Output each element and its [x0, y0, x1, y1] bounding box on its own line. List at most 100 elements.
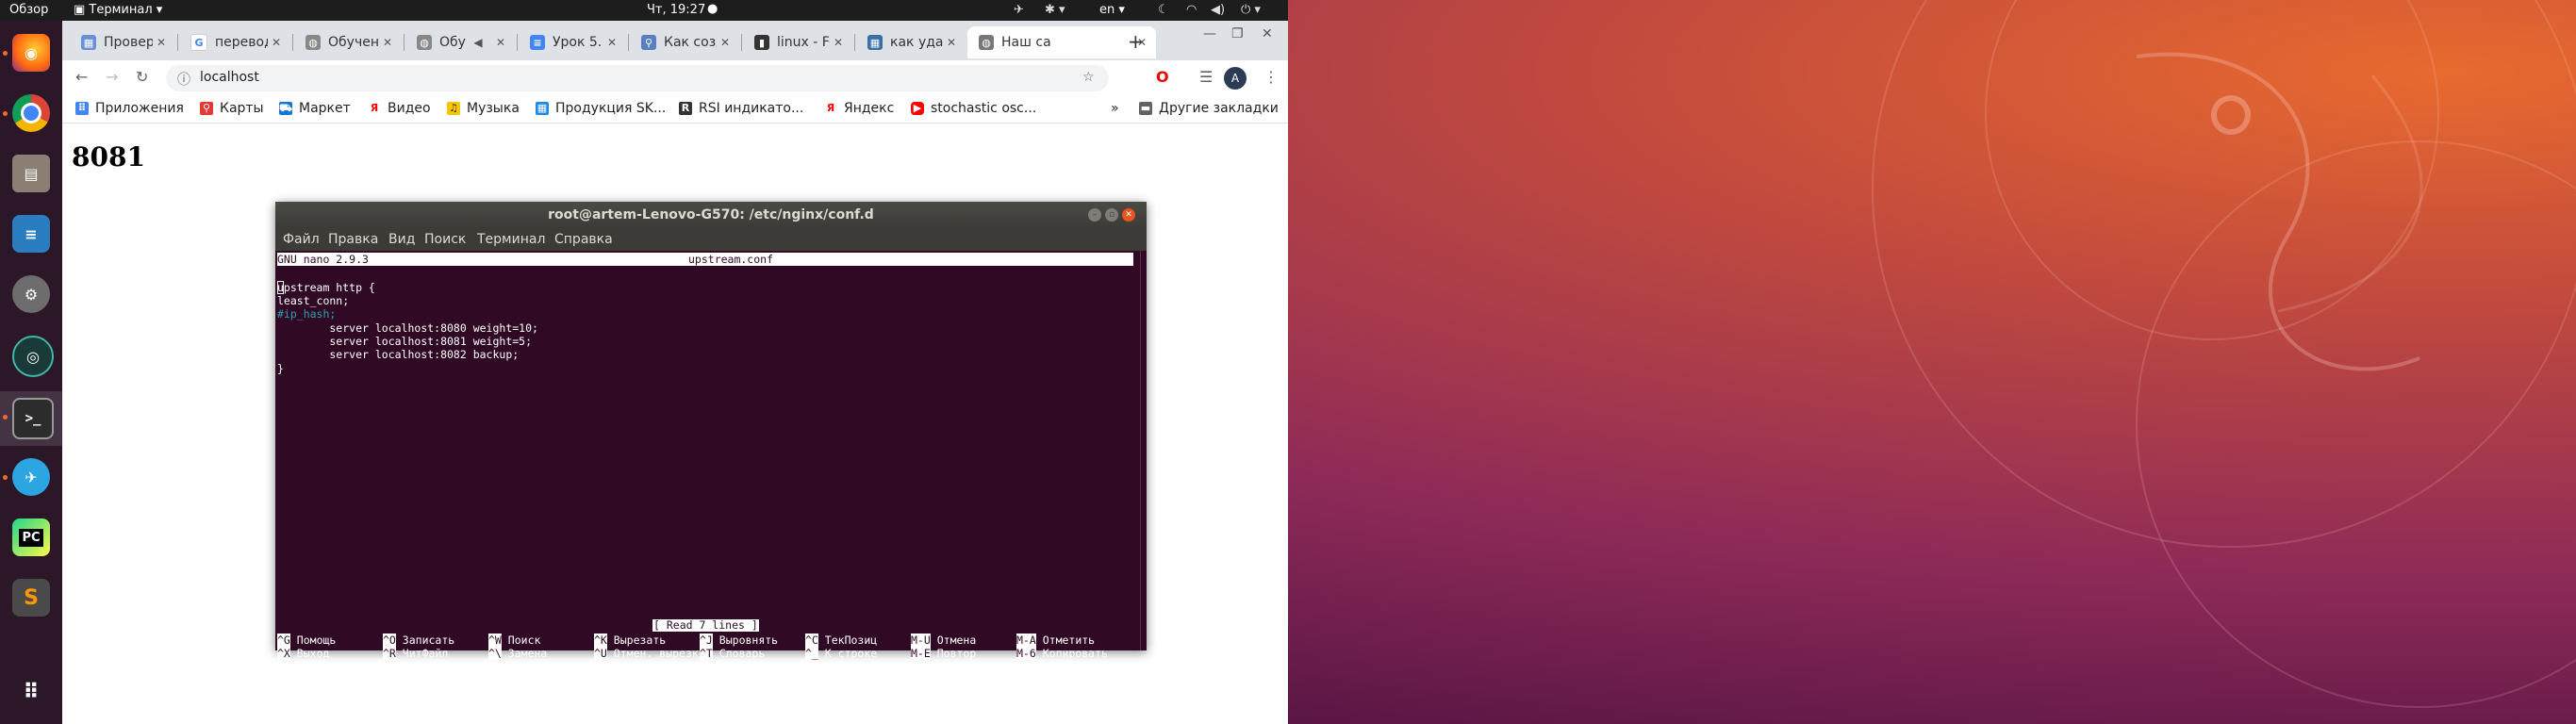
- minimize-button[interactable]: –: [1088, 208, 1101, 222]
- close-icon[interactable]: ✕: [943, 36, 960, 49]
- close-icon[interactable]: ✕: [268, 36, 285, 49]
- menu-help[interactable]: Справка: [554, 232, 613, 247]
- menu-view[interactable]: Вид: [388, 232, 415, 247]
- clock[interactable]: Чт, 19:27: [647, 3, 705, 17]
- shortcut-search: ^W Поиск: [488, 634, 540, 647]
- activities-button[interactable]: Обзор: [9, 3, 48, 17]
- address-bar[interactable]: ⓘ localhost ☆: [166, 65, 1109, 91]
- chrome-icon[interactable]: [12, 94, 50, 132]
- minimize-button[interactable]: —: [1203, 26, 1216, 41]
- google-icon: G: [190, 34, 207, 51]
- bookmark-stochastic[interactable]: ▶ stochastic osc...: [911, 101, 1036, 116]
- tab[interactable]: ◍ Обу ◀ ✕: [405, 26, 515, 58]
- files-icon[interactable]: ▤: [12, 155, 50, 192]
- tab-strip: ▦ Провер ✕ Gперевод ✕ ◍ Обучен ✕ ◍ Обу ◀ ✕ ≡ Урок…: [62, 21, 1288, 60]
- close-icon[interactable]: ✕: [830, 36, 847, 49]
- tab-label: как уда: [890, 35, 943, 50]
- volume-icon[interactable]: ◀): [1211, 3, 1225, 17]
- tab[interactable]: ◍ Обучен ✕: [294, 26, 402, 58]
- close-icon[interactable]: ✕: [492, 36, 509, 49]
- info-icon[interactable]: ⓘ: [177, 70, 190, 89]
- app-grid-icon[interactable]: ⠿: [12, 673, 50, 711]
- bookmark-market[interactable]: ⛟ Маркет: [279, 101, 351, 116]
- globe-icon: ◍: [305, 35, 321, 50]
- tab[interactable]: ≡ Урок 5. ✕: [519, 26, 626, 58]
- globe-icon: ◍: [979, 35, 994, 50]
- maximize-button[interactable]: ❐: [1231, 26, 1244, 41]
- link-icon: ⚲: [641, 35, 656, 50]
- telegram-tray-icon[interactable]: ✈: [1014, 3, 1024, 17]
- bookmark-star-icon[interactable]: ☆: [1082, 70, 1095, 85]
- tab-label: Провер: [104, 35, 153, 50]
- shortcut-mark: M-A Отметить: [1016, 634, 1095, 647]
- language-indicator[interactable]: en ▾: [1099, 3, 1125, 17]
- terminal-scrollbar[interactable]: [1140, 251, 1147, 650]
- back-icon[interactable]: ←: [75, 68, 88, 86]
- tab[interactable]: ⚲ Как созд✕: [630, 26, 739, 58]
- close-button[interactable]: ✕: [1122, 208, 1135, 222]
- menu-dots-icon[interactable]: ⋮: [1263, 68, 1279, 86]
- code-line: server localhost:8081 weight=5;: [277, 335, 533, 348]
- tab[interactable]: ▦ как уда ✕: [856, 26, 966, 58]
- shortcut-undo: M-U Отмена: [911, 634, 976, 647]
- reading-list-icon[interactable]: ☰: [1199, 68, 1213, 86]
- profile-avatar[interactable]: A: [1224, 67, 1247, 90]
- gitkraken-icon[interactable]: ◎: [12, 336, 54, 377]
- bookmark-maps[interactable]: ⚲ Карты: [200, 101, 264, 116]
- settings-icon[interactable]: ⚙: [12, 275, 50, 313]
- terminal-titlebar[interactable]: root@artem-Lenovo-G570: /etc/nginx/conf.…: [275, 202, 1147, 228]
- tab-label: Как созд: [664, 35, 717, 50]
- shortcut-key: M-A: [1016, 634, 1036, 647]
- power-icon[interactable]: ⏻ ▾: [1241, 3, 1261, 17]
- shortcut-label: Выход: [296, 647, 330, 660]
- night-light-icon[interactable]: ☾: [1158, 3, 1169, 17]
- terminal-window: root@artem-Lenovo-G570: /etc/nginx/conf.…: [275, 202, 1147, 660]
- tab[interactable]: ▦ Провер ✕: [70, 26, 175, 58]
- bookmark-sk[interactable]: ▦ Продукция SK...: [536, 101, 666, 116]
- firefox-icon[interactable]: ◉: [12, 34, 50, 72]
- close-icon[interactable]: ✕: [379, 36, 396, 49]
- sublime-icon[interactable]: S: [12, 579, 50, 617]
- bookmark-yandex[interactable]: Я Яндекс: [824, 101, 894, 116]
- menu-terminal[interactable]: Терминал: [477, 232, 545, 247]
- menu-file[interactable]: Файл: [283, 232, 320, 247]
- close-window-button[interactable]: ✕: [1262, 26, 1273, 41]
- pycharm-icon[interactable]: PC: [12, 518, 50, 556]
- terminal-screen[interactable]: GNU nano 2.9.3 upstream.conf upstream ht…: [275, 251, 1141, 660]
- map-pin-icon: ⚲: [200, 102, 213, 115]
- writer-icon[interactable]: ≡: [12, 215, 50, 253]
- new-tab-button[interactable]: +: [1128, 30, 1144, 53]
- close-icon[interactable]: ✕: [153, 36, 170, 49]
- youtube-icon: ▶: [911, 102, 924, 115]
- close-icon[interactable]: ✕: [603, 36, 620, 49]
- bookmarks-overflow-button[interactable]: »: [1111, 101, 1119, 116]
- app-menu[interactable]: ▣ Терминал ▾: [74, 3, 162, 17]
- telegram-icon[interactable]: ✈: [12, 458, 50, 496]
- address-text[interactable]: localhost: [200, 70, 259, 85]
- wifi-icon[interactable]: ◠: [1186, 3, 1197, 17]
- close-icon[interactable]: ✕: [717, 36, 734, 49]
- other-bookmarks-folder[interactable]: ▬ Другие закладки: [1139, 101, 1279, 116]
- opera-extension-icon[interactable]: O: [1156, 68, 1169, 86]
- speaker-icon[interactable]: ◀: [470, 36, 487, 49]
- code-line: server localhost:8080 weight=10;: [277, 321, 538, 335]
- bookmark-apps[interactable]: ⠿ Приложения: [75, 101, 184, 116]
- bookmark-music[interactable]: ♫ Музыка: [447, 101, 520, 116]
- bookmark-rsi[interactable]: R RSI индикато...: [679, 101, 803, 116]
- forward-icon[interactable]: →: [106, 68, 118, 86]
- bookmark-video[interactable]: Я Видео: [368, 101, 431, 116]
- tab[interactable]: Gперевод ✕: [179, 26, 290, 58]
- shortcut-key: ^J: [700, 634, 713, 647]
- code-line: upstream http {: [277, 281, 375, 294]
- maximize-button[interactable]: ▫: [1105, 208, 1118, 222]
- reload-icon[interactable]: ↻: [136, 68, 148, 86]
- shortcut-label: Поиск: [507, 634, 541, 647]
- terminal-icon[interactable]: >_: [12, 398, 54, 439]
- tab-favicon-icon: ▦: [867, 35, 883, 50]
- bluetooth-icon[interactable]: ✱ ▾: [1045, 3, 1065, 17]
- app-menu-label: Терминал: [89, 3, 153, 17]
- menu-edit[interactable]: Правка: [328, 232, 378, 247]
- tab-label: Урок 5.: [553, 35, 603, 50]
- menu-search[interactable]: Поиск: [424, 232, 466, 247]
- tab[interactable]: ▮ linux - Fe✕: [743, 26, 852, 58]
